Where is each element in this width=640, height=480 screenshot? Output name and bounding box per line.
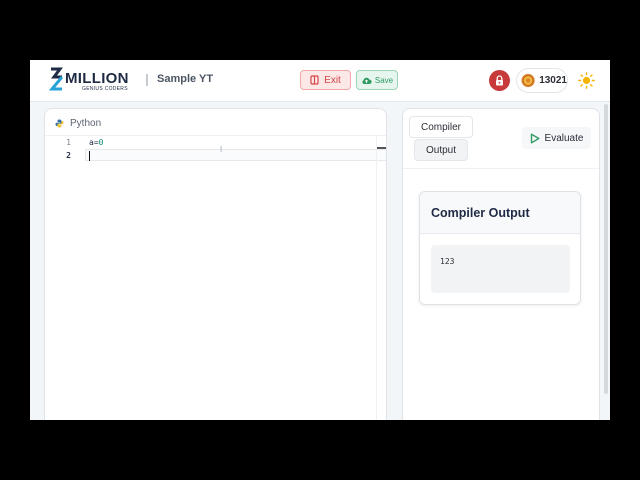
python-icon	[55, 119, 64, 127]
output-panel-header: Compiler Output Evaluate	[403, 109, 599, 169]
text-caret	[89, 151, 90, 161]
compiler-output-card: Compiler Output 123	[419, 191, 581, 305]
lock-icon	[496, 75, 503, 86]
evaluate-button[interactable]: Evaluate	[522, 127, 591, 149]
coin-icon	[521, 73, 535, 88]
million-genius-coders-logo[interactable]: MILLION GENIUS CODERS	[48, 67, 130, 95]
exit-door-icon	[310, 75, 319, 85]
tab-output[interactable]: Output	[414, 139, 468, 161]
cloud-upload-icon	[362, 77, 372, 84]
compiler-output-box: 123	[431, 245, 570, 293]
title-separator	[146, 74, 148, 86]
save-button[interactable]: Save	[356, 70, 398, 90]
app-window: MILLION GENIUS CODERS Sample YT Exit Sav…	[30, 60, 610, 420]
logo-mark-icon	[48, 67, 64, 91]
current-line-highlight	[85, 149, 386, 161]
coin-count: 13021	[539, 75, 567, 86]
code-line: a=0	[89, 138, 103, 147]
editor-scrollbar[interactable]	[376, 136, 377, 420]
evaluate-label: Evaluate	[544, 132, 584, 144]
code-editor[interactable]: 1 2 a=0 I	[45, 135, 386, 420]
play-icon	[530, 133, 540, 143]
coin-balance[interactable]: 13021	[516, 68, 568, 93]
compiler-output-text: 123	[440, 257, 455, 266]
scroll-position-marker	[377, 147, 386, 149]
language-tab[interactable]: Python	[55, 115, 101, 131]
logo-text: MILLION	[65, 70, 129, 87]
code-editor-panel: Python 1 2 a=0 I	[44, 108, 387, 420]
language-label: Python	[70, 117, 102, 129]
output-panel: Compiler Output Evaluate Compiler Output…	[402, 108, 600, 420]
sun-icon[interactable]	[578, 72, 595, 89]
i-beam-cursor-icon: I	[220, 145, 223, 154]
lock-button[interactable]	[489, 70, 510, 91]
page-scrollbar[interactable]	[604, 104, 608, 394]
code-identifier: a=	[89, 138, 99, 147]
logo-subtext: GENIUS CODERS	[82, 86, 128, 92]
line-number-gutter: 1 2	[45, 136, 75, 420]
compiler-output-title: Compiler Output	[420, 192, 580, 234]
project-title: Sample YT	[157, 73, 214, 85]
top-bar: MILLION GENIUS CODERS Sample YT Exit Sav…	[30, 60, 610, 102]
line-number: 1	[66, 138, 71, 147]
exit-button[interactable]: Exit	[300, 70, 351, 90]
line-number: 2	[66, 151, 71, 160]
save-label: Save	[374, 75, 394, 85]
code-number-literal: 0	[98, 138, 104, 147]
tab-compiler[interactable]: Compiler	[409, 116, 473, 138]
exit-label: Exit	[324, 74, 341, 86]
